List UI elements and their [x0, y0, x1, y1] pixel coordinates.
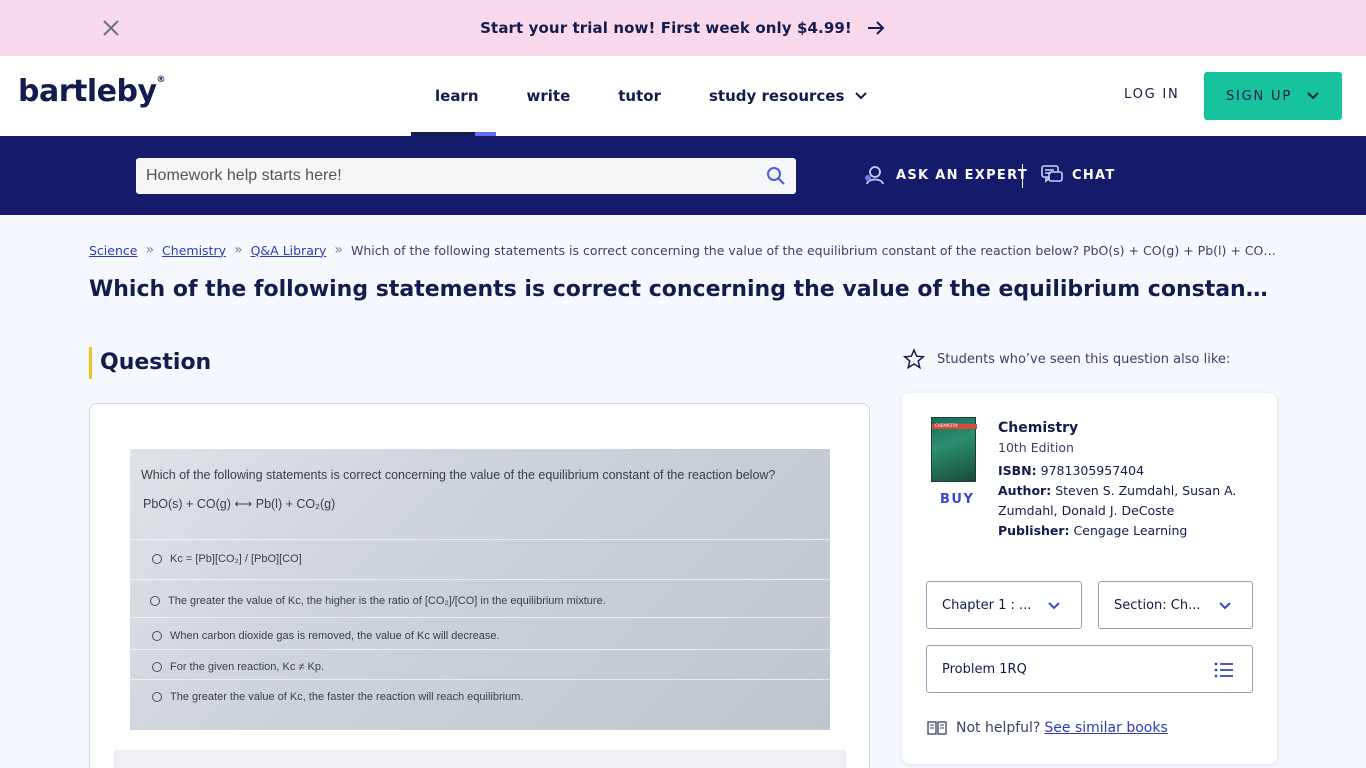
promo-text[interactable]: Start your trial now! First week only $4…	[480, 19, 852, 37]
chat-icon	[1041, 165, 1063, 183]
signup-button[interactable]: SIGN UP	[1204, 72, 1342, 120]
radio-button	[152, 631, 162, 641]
also-like-heading: Students who’ve seen this question also …	[903, 348, 1230, 370]
not-helpful: Not helpful? See similar books	[927, 720, 1168, 736]
site-header: bartleby® learn write tutor study resour…	[0, 56, 1366, 136]
question-prompt: Which of the following statements is cor…	[141, 468, 776, 482]
book-cover[interactable]: CHEMISTRY	[931, 417, 977, 482]
search-bar: ASK AN EXPERT CHAT	[0, 136, 1366, 215]
nav-learn[interactable]: learn	[411, 56, 503, 136]
problem-select[interactable]: Problem 1RQ	[926, 645, 1253, 693]
chevron-down-icon	[1219, 602, 1231, 610]
main-nav: learn write tutor study resources	[411, 56, 892, 136]
radio-button	[152, 662, 162, 672]
search-input[interactable]	[136, 167, 736, 185]
radio-button	[152, 554, 162, 564]
search-box	[136, 158, 796, 194]
option-4: For the given reaction, Kc ≠ Kp.	[152, 661, 324, 673]
book-publisher: Publisher: Cengage Learning	[998, 523, 1188, 538]
promo-banner: Start your trial now! First week only $4…	[0, 0, 1366, 56]
login-link[interactable]: LOG IN	[1124, 87, 1180, 102]
book-details: Chemistry 10th Edition ISBN: 97813059574…	[998, 420, 1248, 541]
nav-write[interactable]: write	[503, 56, 595, 136]
star-icon	[903, 348, 925, 370]
breadcrumb-separator: »	[234, 242, 243, 258]
section-select[interactable]: Section: Ch...	[1098, 581, 1253, 629]
bartleby-logo[interactable]: bartleby®	[18, 74, 165, 109]
option-2: The greater the value of Kc, the higher …	[150, 595, 606, 607]
expert-icon	[865, 166, 884, 185]
question-reaction: PbO(s) + CO(g) ⟷ Pb(l) + CO₂(g)	[143, 497, 336, 511]
option-3: When carbon dioxide gas is removed, the …	[152, 630, 500, 642]
radio-button	[150, 596, 160, 606]
book-isbn: ISBN: 9781305957404	[998, 463, 1145, 478]
buy-link[interactable]: BUY	[940, 492, 974, 507]
option-1: Kc = [Pb][CO₂] / [PbO][CO]	[152, 553, 302, 565]
breadcrumb-separator: »	[145, 242, 155, 258]
book-edition: 10th Edition	[998, 440, 1074, 455]
chat-button[interactable]: CHAT	[1040, 164, 1116, 186]
question-card: Which of the following statements is cor…	[89, 403, 870, 768]
page-title: Which of the following statements is cor…	[89, 277, 1274, 302]
book-title[interactable]: Chemistry	[998, 420, 1248, 436]
question-image: Which of the following statements is cor…	[130, 449, 830, 730]
breadcrumb: Science » Chemistry » Q&A Library » Whic…	[89, 242, 1279, 258]
books-icon	[927, 721, 947, 735]
chevron-down-icon	[1048, 602, 1060, 610]
breadcrumb-separator: »	[334, 242, 343, 258]
transcribed-text-strip	[114, 750, 846, 768]
breadcrumb-qa-library[interactable]: Q&A Library	[251, 243, 327, 258]
chevron-down-icon	[855, 92, 868, 100]
divider	[1022, 164, 1023, 188]
related-book-card: CHEMISTRY BUY Chemistry 10th Edition ISB…	[902, 393, 1277, 764]
breadcrumb-chemistry[interactable]: Chemistry	[162, 243, 226, 258]
arrow-right-icon[interactable]	[866, 18, 886, 38]
list-icon	[1214, 662, 1233, 678]
option-5: The greater the value of Kc, the faster …	[152, 691, 523, 703]
radio-button	[152, 692, 162, 702]
ask-expert-button[interactable]: ASK AN EXPERT	[864, 164, 1028, 186]
close-icon[interactable]	[101, 18, 121, 38]
nav-tutor[interactable]: tutor	[594, 56, 685, 136]
search-icon[interactable]	[766, 166, 786, 186]
breadcrumb-science[interactable]: Science	[89, 243, 137, 258]
similar-books-link[interactable]: See similar books	[1044, 720, 1167, 736]
question-heading: Question	[89, 347, 211, 379]
book-author: Author: Steven S. Zumdahl, Susan A. Zumd…	[998, 483, 1237, 518]
breadcrumb-current: Which of the following statements is cor…	[350, 242, 1279, 258]
nav-study-resources[interactable]: study resources	[685, 56, 892, 136]
book-cover-title: CHEMISTRY	[935, 423, 958, 428]
chapter-select[interactable]: Chapter 1 : ...	[926, 581, 1082, 629]
chevron-down-icon	[1307, 92, 1319, 100]
